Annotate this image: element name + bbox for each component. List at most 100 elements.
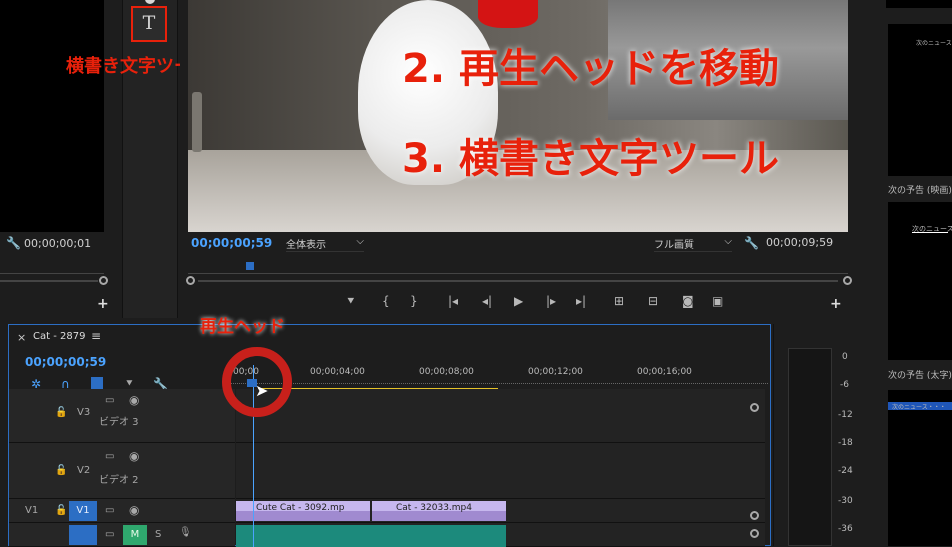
v-scroll-mid[interactable] (750, 511, 759, 520)
program-ruler[interactable] (188, 262, 848, 274)
playhead-annotation: 再生ヘッド (200, 317, 285, 337)
linked-selection-icon[interactable] (91, 377, 103, 389)
eye-icon[interactable]: ◉ (129, 503, 139, 517)
project-thumb-1[interactable]: 次のニュース・・・ (888, 202, 952, 360)
meter-label: -24 (838, 466, 853, 476)
close-icon[interactable]: × (17, 331, 26, 344)
timeline-ruler[interactable]: ;00;00 00;00;04;00 00;00;08;00 00;00;12;… (228, 355, 768, 390)
chevron-down-icon: ⌵ (356, 236, 364, 247)
meter-label: -18 (838, 438, 853, 448)
play-icon[interactable]: ▶ (514, 294, 523, 308)
film-icon[interactable]: ▭ (105, 451, 114, 462)
step-back-icon[interactable]: ◂| (482, 294, 492, 308)
track-target-a1[interactable] (69, 525, 97, 545)
source-timecode: 00;00;00;01 (24, 237, 92, 250)
mute-button[interactable]: M (123, 525, 147, 545)
film-icon[interactable]: ▭ (105, 529, 114, 540)
add-button-icon[interactable]: + (97, 296, 109, 312)
program-timecode[interactable]: 00;00;00;59 (191, 236, 272, 250)
source-patch-v1[interactable]: V1 (25, 505, 38, 516)
type-tool-button[interactable]: T (131, 6, 167, 42)
eye-icon[interactable]: ◉ (129, 449, 139, 463)
pen-tool-icon[interactable] (145, 0, 155, 4)
track-area-v1[interactable]: Cute Cat - 3092.mp Cat - 32033.mp4 (236, 499, 765, 523)
chevron-down-icon: ⌵ (724, 236, 732, 247)
track-target-v1[interactable]: V1 (69, 501, 97, 521)
mic-icon[interactable]: 🎙 (179, 527, 192, 538)
solo-button[interactable]: S (155, 529, 161, 540)
ruler-tick: 00;00;16;00 (637, 367, 692, 377)
program-end-timecode: 00;00;09;59 (766, 236, 834, 249)
step-forward-icon[interactable]: |▸ (546, 294, 556, 308)
meter-label: -36 (838, 524, 853, 534)
thumb-2-text: 次のニュース・・・ (892, 404, 946, 411)
audio-clip[interactable] (236, 525, 506, 547)
film-icon[interactable]: ▭ (105, 505, 114, 516)
track-area-v2[interactable] (236, 443, 765, 499)
thumb-2-label: 次の予告 (太字) (888, 371, 952, 381)
lock-icon[interactable]: 🔓 (55, 407, 67, 418)
source-video (0, 0, 104, 232)
wrench-icon[interactable]: 🔧 (744, 236, 759, 250)
meter-label: -12 (838, 410, 853, 420)
timeline-panel: × Cat - 2879 ≡ 00;00;00;59 ✲ ∩ ⯆ 🔧 ;00;0… (8, 324, 771, 547)
v-scroll-top[interactable] (750, 403, 759, 412)
cursor-icon: ➤ (255, 381, 269, 400)
meter-label: -6 (840, 380, 849, 390)
quality-dropdown-label: フル画質 (654, 240, 694, 251)
program-scrollbar[interactable] (198, 280, 838, 282)
v-scroll-bottom[interactable] (750, 529, 759, 538)
source-ruler[interactable] (0, 264, 104, 274)
track-area-a1[interactable] (236, 523, 765, 547)
timeline-timecode[interactable]: 00;00;00;59 (25, 355, 106, 369)
track-header-a1: ▭ M S 🎙 (9, 523, 235, 547)
lift-icon[interactable]: ⊞ (614, 294, 624, 308)
add-button-icon[interactable]: + (830, 296, 842, 312)
camera-icon[interactable]: ◙ (682, 294, 694, 308)
sequence-tab[interactable]: Cat - 2879 (33, 331, 85, 342)
marker-icon[interactable]: ⯆ (346, 294, 356, 309)
ruler-tick: 00;00;08;00 (419, 367, 474, 377)
clip-cat[interactable]: Cat - 32033.mp4 (372, 501, 506, 521)
track-label-v3: ビデオ 3 (99, 417, 139, 428)
button-editor-icon[interactable]: ▣ (712, 294, 723, 308)
track-area-v3[interactable] (236, 389, 765, 443)
meter-label: -30 (838, 496, 853, 506)
track-header-v3: 🔓 V3 ▭ ◉ ビデオ 3 (9, 389, 235, 443)
track-header-v1: V1 🔓 V1 ▭ ◉ (9, 499, 235, 523)
program-scroll-right[interactable] (843, 276, 852, 285)
thumb-1-line (912, 232, 948, 233)
ruler-tick: 00;00;04;00 (310, 367, 365, 377)
thumb-1-label: 次の予告 (映画) (888, 186, 952, 196)
fit-dropdown-label: 全体表示 (286, 240, 326, 251)
lock-icon[interactable]: 🔓 (55, 465, 67, 476)
go-to-in-icon[interactable]: |◂ (448, 294, 458, 308)
ruler-ticks (228, 383, 768, 384)
out-point-icon[interactable]: } (410, 294, 418, 308)
program-scroll-left[interactable] (186, 276, 195, 285)
quality-dropdown[interactable]: フル画質 ⌵ (654, 236, 732, 252)
extract-icon[interactable]: ⊟ (648, 294, 658, 308)
clip-cute-cat[interactable]: Cute Cat - 3092.mp (236, 501, 370, 521)
video-collar (478, 0, 538, 28)
track-header-v2: 🔓 V2 ▭ ◉ ビデオ 2 (9, 443, 235, 499)
tools-panel (122, 0, 178, 318)
lock-icon[interactable]: 🔓 (55, 505, 67, 516)
project-thumb-2[interactable]: 次のニュース・・・ (888, 390, 952, 546)
video-table-leg (192, 92, 202, 152)
in-point-icon[interactable]: { (382, 294, 390, 308)
track-label-v2: ビデオ 2 (99, 475, 139, 486)
track-name-v2: V2 (77, 465, 91, 476)
project-thumb-0[interactable]: 次のニュース・・・ (888, 24, 952, 176)
program-playhead[interactable] (246, 262, 254, 270)
menu-icon[interactable]: ≡ (91, 329, 101, 343)
wrench-icon[interactable]: 🔧 (6, 236, 21, 250)
source-scroll-handle[interactable] (99, 276, 108, 285)
meter-bar (788, 348, 832, 546)
film-icon[interactable]: ▭ (105, 395, 114, 406)
fit-dropdown[interactable]: 全体表示 ⌵ (286, 236, 364, 252)
step2-annotation: 2. 再生ヘッドを移動 (402, 46, 779, 92)
source-scrollbar[interactable] (0, 280, 98, 282)
go-to-out-icon[interactable]: ▸| (576, 294, 586, 308)
eye-icon[interactable]: ◉ (129, 393, 139, 407)
